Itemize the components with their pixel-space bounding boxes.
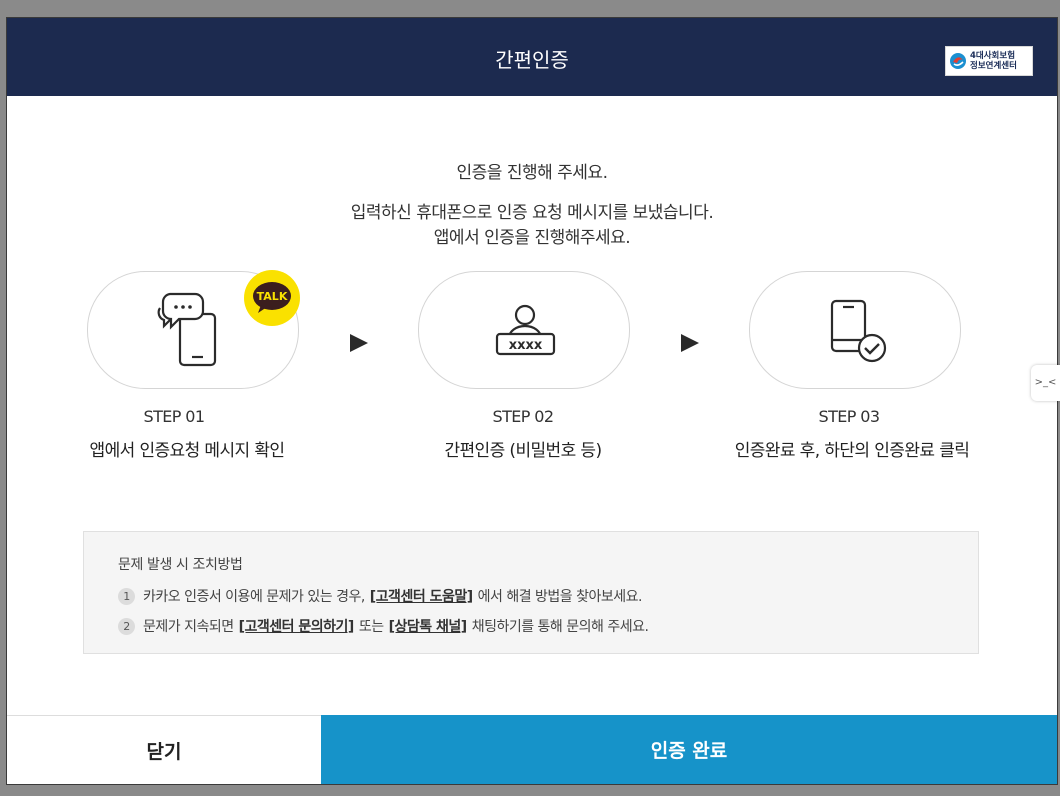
intro-line3: 앱에서 인증을 진행해주세요. [433,228,631,248]
chat-channel-link[interactable]: [상담톡 채널] [389,616,468,636]
troubleshoot-item-1: 1 카카오 인증서 이용에 문제가 있는 경우, [고객센터 도움말] 에서 해… [118,586,643,606]
item1-text-pre: 카카오 인증서 이용에 문제가 있는 경우, [143,589,365,605]
user-password-icon: xxxx [495,304,556,356]
item2-text-mid: 또는 [358,619,384,635]
step1-label: STEP 01 [143,407,206,426]
phone-check-icon [830,299,887,363]
troubleshoot-item-2: 2 문제가 지속되면 [고객센터 문의하기] 또는 [상담톡 채널] 채팅하기를… [118,616,649,636]
side-tab-button[interactable]: >_< [1031,365,1060,401]
step3-icon-box [749,271,961,389]
troubleshoot-box: 문제 발생 시 조치방법 1 카카오 인증서 이용에 문제가 있는 경우, [고… [83,531,979,654]
step3-desc: 인증완료 후, 하단의 인증완료 클릭 [734,441,970,461]
item2-text-pre: 문제가 지속되면 [143,619,234,635]
item1-text-post: 에서 해결 방법을 찾아보세요. [477,589,643,605]
help-center-link[interactable]: [고객센터 도움말] [370,586,473,606]
agency-logo-icon [950,53,966,69]
next-arrow-icon [350,334,368,352]
step3-label: STEP 03 [818,407,881,426]
auth-complete-button[interactable]: 인증 완료 [321,715,1057,784]
kakaotalk-badge-text: TALK [257,290,288,303]
modal-title: 간편인증 [495,48,569,72]
step2-icon-box: xxxx [418,271,630,389]
logo-line1: 4대사회보험 [970,51,1016,61]
item2-text-post: 채팅하기를 통해 문의해 주세요. [471,619,649,635]
agency-logo: 4대사회보험 정보연계센터 [945,46,1033,76]
next-arrow-icon [681,334,699,352]
intro-line2: 입력하신 휴대폰으로 인증 요청 메시지를 보냈습니다. [350,203,714,223]
step2-desc: 간편인증 (비밀번호 등) [444,441,602,461]
troubleshoot-title: 문제 발생 시 조치방법 [118,557,243,573]
modal-header: 간편인증 4대사회보험 정보연계센터 [7,18,1057,96]
item-number-2: 2 [118,617,135,635]
step1-desc: 앱에서 인증요청 메시지 확인 [89,441,286,461]
intro-line1: 인증을 진행해 주세요. [456,163,608,183]
logo-line2: 정보연계센터 [970,61,1017,71]
kakaotalk-icon: TALK [253,282,291,313]
close-button[interactable]: 닫기 [7,715,321,784]
item-number-1: 1 [118,587,135,605]
step2-label: STEP 02 [492,407,555,426]
svg-text:xxxx: xxxx [509,338,543,353]
auth-modal: 간편인증 4대사회보험 정보연계센터 인증을 진행해 주세요. 입력하신 휴대폰… [6,17,1058,785]
kakaotalk-badge: TALK [244,270,300,326]
contact-center-link[interactable]: [고객센터 문의하기] [239,616,355,636]
